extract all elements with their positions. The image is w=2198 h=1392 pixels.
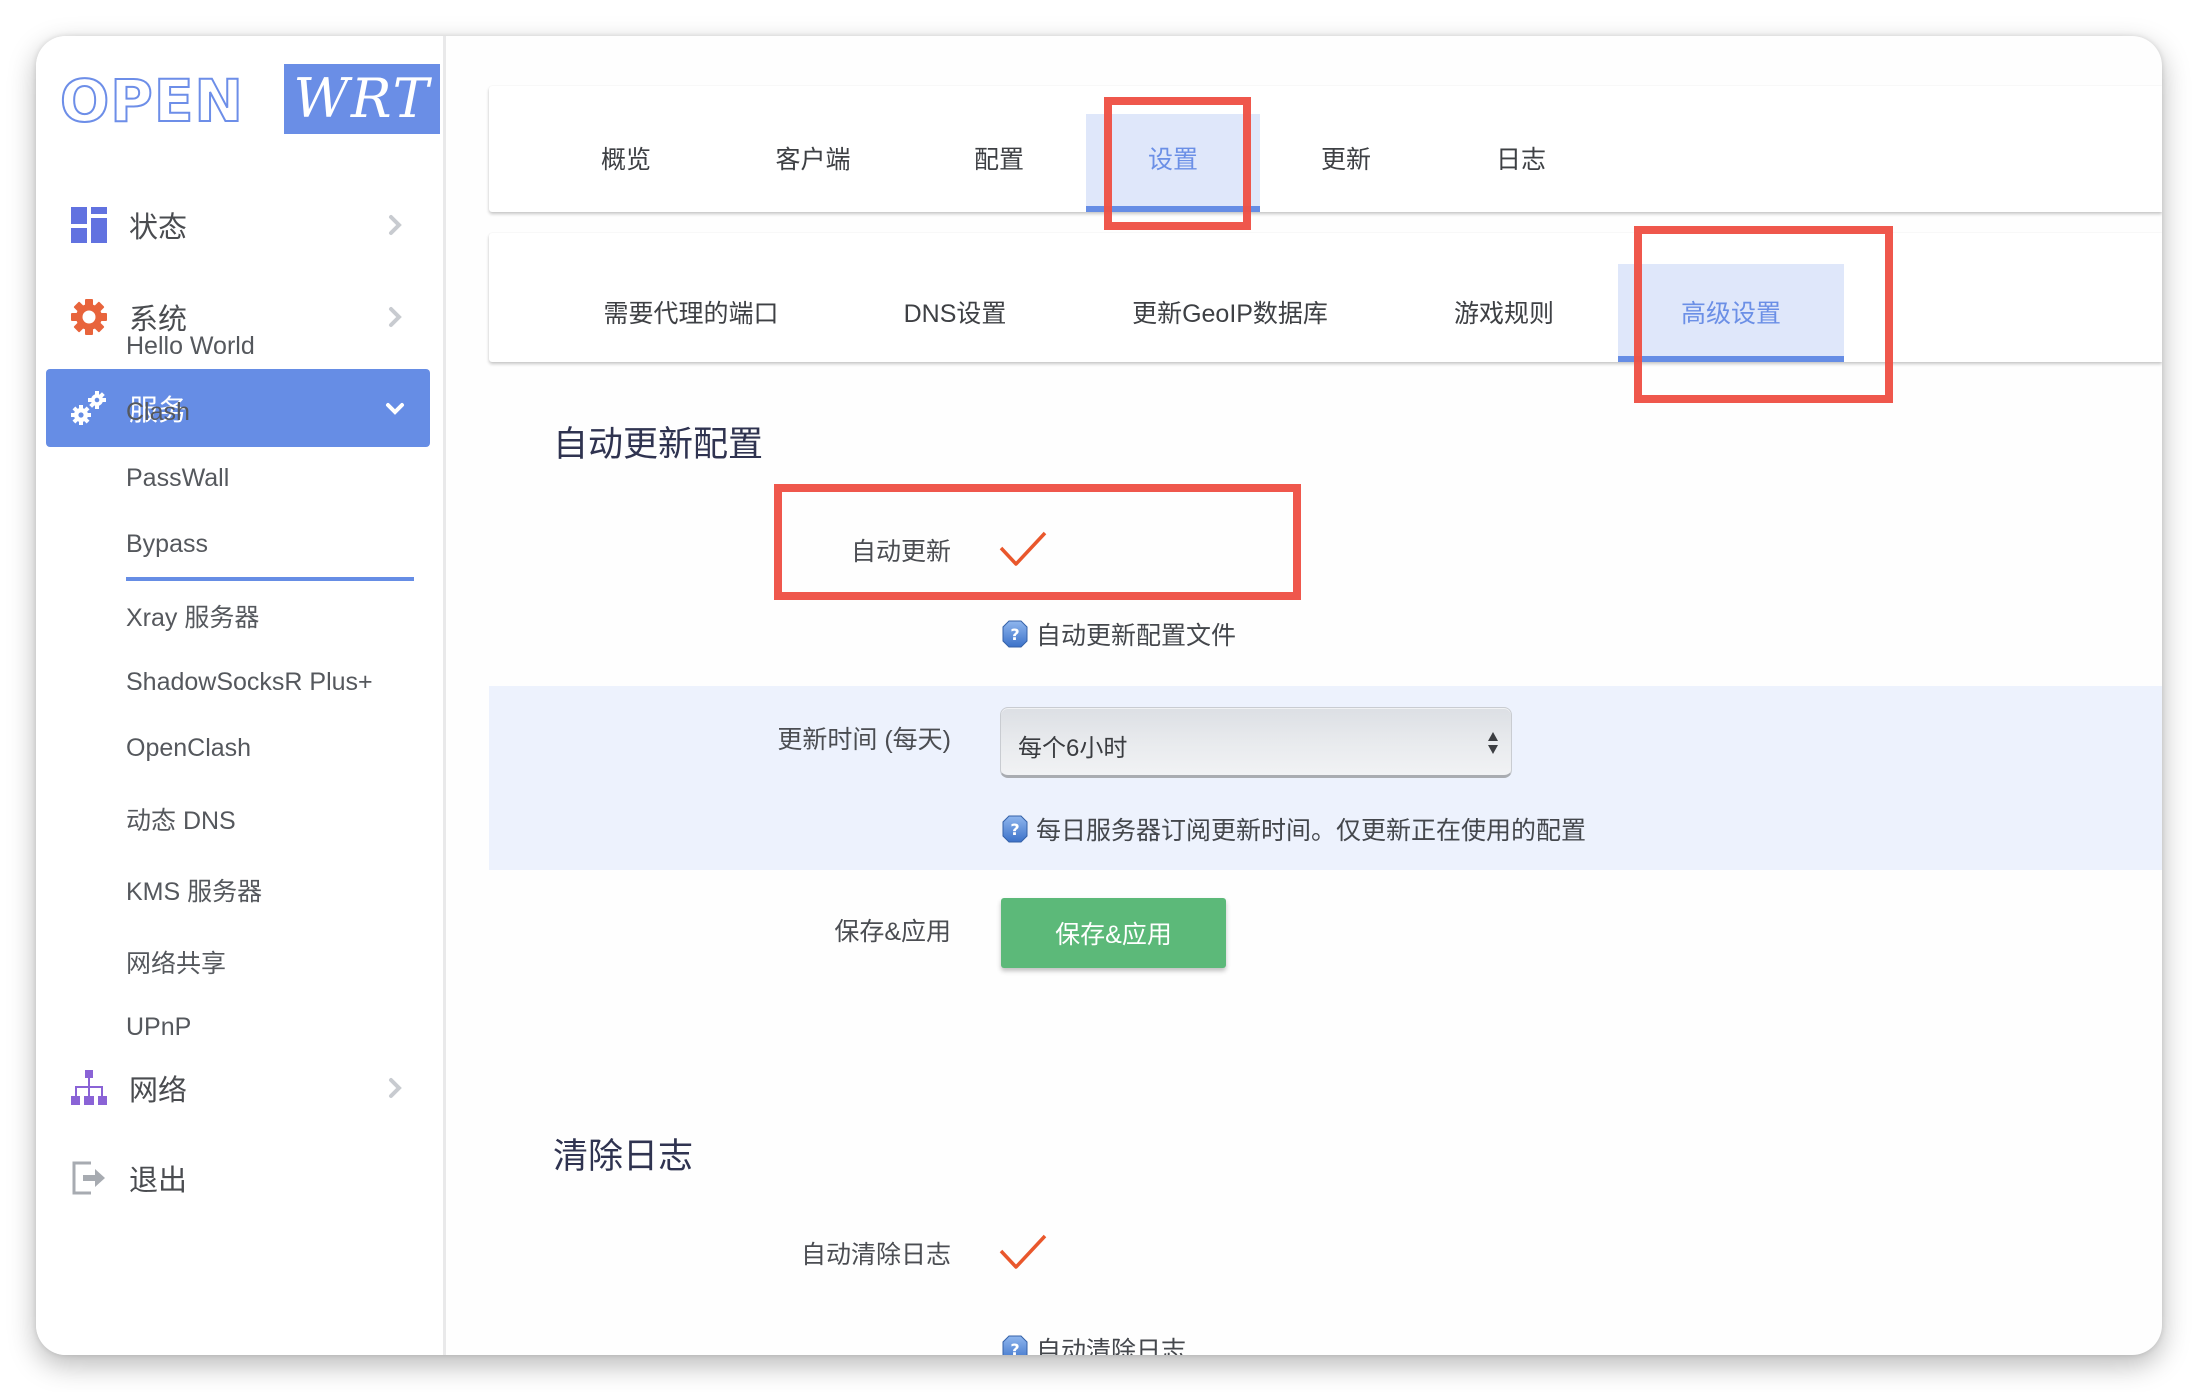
help-icon: ? — [1002, 620, 1028, 648]
sidebar-item-label: 网络 — [129, 1075, 188, 1107]
sub-tab-bar: 需要代理的端口 DNS设置 更新GeoIP数据库 游戏规则 高级设置 — [489, 233, 2162, 362]
chevron-right-icon — [389, 215, 402, 235]
gears-icon — [71, 391, 106, 425]
tab-settings[interactable]: 设置 — [1148, 140, 1198, 176]
tab-config[interactable]: 配置 — [974, 140, 1024, 176]
logo-open-text: OPEN — [59, 67, 244, 135]
help-icon: ? — [1002, 1335, 1028, 1355]
help-text: 自动更新配置文件 — [1036, 622, 1237, 650]
dashboard-icon — [71, 207, 107, 243]
sidebar-item-label: 退出 — [129, 1165, 188, 1197]
active-subtab-indicator — [1618, 356, 1844, 362]
help-icon: ? — [1002, 815, 1028, 843]
select-arrows-icon — [1488, 732, 1498, 754]
sidebar-item-services[interactable]: 服务 — [46, 369, 430, 447]
subtab-advanced-settings[interactable]: 高级设置 — [1681, 294, 1781, 330]
submenu-item-bypass[interactable]: Bypass — [126, 530, 208, 559]
browser-window: OPEN WRT 状态 系统 服务 Hello World Clash Pass… — [36, 36, 2162, 1355]
logo-wrt-text: WRT — [284, 64, 440, 134]
tab-overview[interactable]: 概览 — [601, 140, 651, 176]
submenu-item-passwall[interactable]: PassWall — [126, 464, 229, 493]
tab-logs[interactable]: 日志 — [1496, 140, 1546, 176]
submenu-item-network-share[interactable]: 网络共享 — [126, 944, 226, 980]
svg-text:?: ? — [1010, 625, 1019, 644]
update-time-help: ? 每日服务器订阅更新时间。仅更新正在使用的配置 — [1002, 811, 1586, 847]
sidebar-item-logout[interactable]: 退出 — [46, 1139, 430, 1217]
save-apply-label: 保存&应用 — [834, 918, 951, 946]
submenu-item-ssr-plus[interactable]: ShadowSocksR Plus+ — [126, 668, 373, 697]
submenu-item-ddns[interactable]: 动态 DNS — [126, 801, 236, 837]
section-title-auto-update: 自动更新配置 — [553, 425, 764, 464]
subtab-dns-settings[interactable]: DNS设置 — [904, 294, 1007, 330]
openwrt-logo[interactable]: OPEN WRT — [59, 64, 454, 138]
subtab-update-geoip[interactable]: 更新GeoIP数据库 — [1132, 294, 1328, 330]
sidebar-item-network[interactable]: 网络 — [46, 1049, 430, 1127]
auto-clear-log-help: ? 自动清除日志 — [1002, 1331, 1186, 1355]
subtab-game-rules[interactable]: 游戏规则 — [1454, 294, 1554, 330]
subtab-proxy-ports[interactable]: 需要代理的端口 — [603, 294, 778, 330]
submenu-item-openclash[interactable]: OpenClash — [126, 734, 251, 763]
svg-text:?: ? — [1010, 1340, 1019, 1355]
chevron-down-icon — [386, 403, 404, 415]
sidebar-item-status[interactable]: 状态 — [46, 186, 430, 264]
logout-icon — [72, 1161, 105, 1195]
chevron-right-icon — [389, 1078, 402, 1098]
submenu-item-kms-server[interactable]: KMS 服务器 — [126, 872, 262, 908]
submenu-item-xray-server[interactable]: Xray 服务器 — [126, 598, 259, 634]
update-time-selected-value: 每个6小时 — [1018, 735, 1128, 762]
network-icon — [71, 1070, 107, 1105]
submenu-item-hello-world[interactable]: Hello World — [126, 332, 255, 361]
chevron-right-icon — [389, 307, 402, 327]
help-text: 自动清除日志 — [1036, 1337, 1187, 1355]
auto-update-help: ? 自动更新配置文件 — [1002, 616, 1236, 652]
auto-update-checkbox[interactable] — [998, 530, 1048, 570]
submenu-item-clash[interactable]: Clash — [126, 398, 190, 427]
auto-clear-log-label: 自动清除日志 — [800, 1241, 951, 1269]
sidebar: OPEN WRT 状态 系统 服务 Hello World Clash Pass… — [36, 36, 446, 1355]
active-submenu-indicator — [126, 577, 414, 581]
save-apply-button[interactable]: 保存&应用 — [1001, 898, 1226, 968]
auto-clear-log-checkbox[interactable] — [998, 1233, 1048, 1273]
svg-text:?: ? — [1010, 820, 1019, 839]
help-text: 每日服务器订阅更新时间。仅更新正在使用的配置 — [1036, 817, 1587, 845]
update-time-select[interactable]: 每个6小时 — [1000, 707, 1512, 778]
gear-icon — [71, 299, 107, 335]
auto-update-label: 自动更新 — [850, 538, 951, 566]
sidebar-item-label: 状态 — [129, 212, 188, 244]
main-tab-bar: 概览 客户端 配置 设置 更新 日志 — [489, 86, 2162, 212]
tab-update[interactable]: 更新 — [1321, 140, 1371, 176]
tab-clients[interactable]: 客户端 — [775, 140, 850, 176]
update-time-label: 更新时间 (每天) — [777, 726, 951, 754]
active-tab-indicator — [1086, 206, 1260, 212]
submenu-item-upnp[interactable]: UPnP — [126, 1013, 191, 1042]
section-title-clear-log: 清除日志 — [553, 1137, 694, 1176]
